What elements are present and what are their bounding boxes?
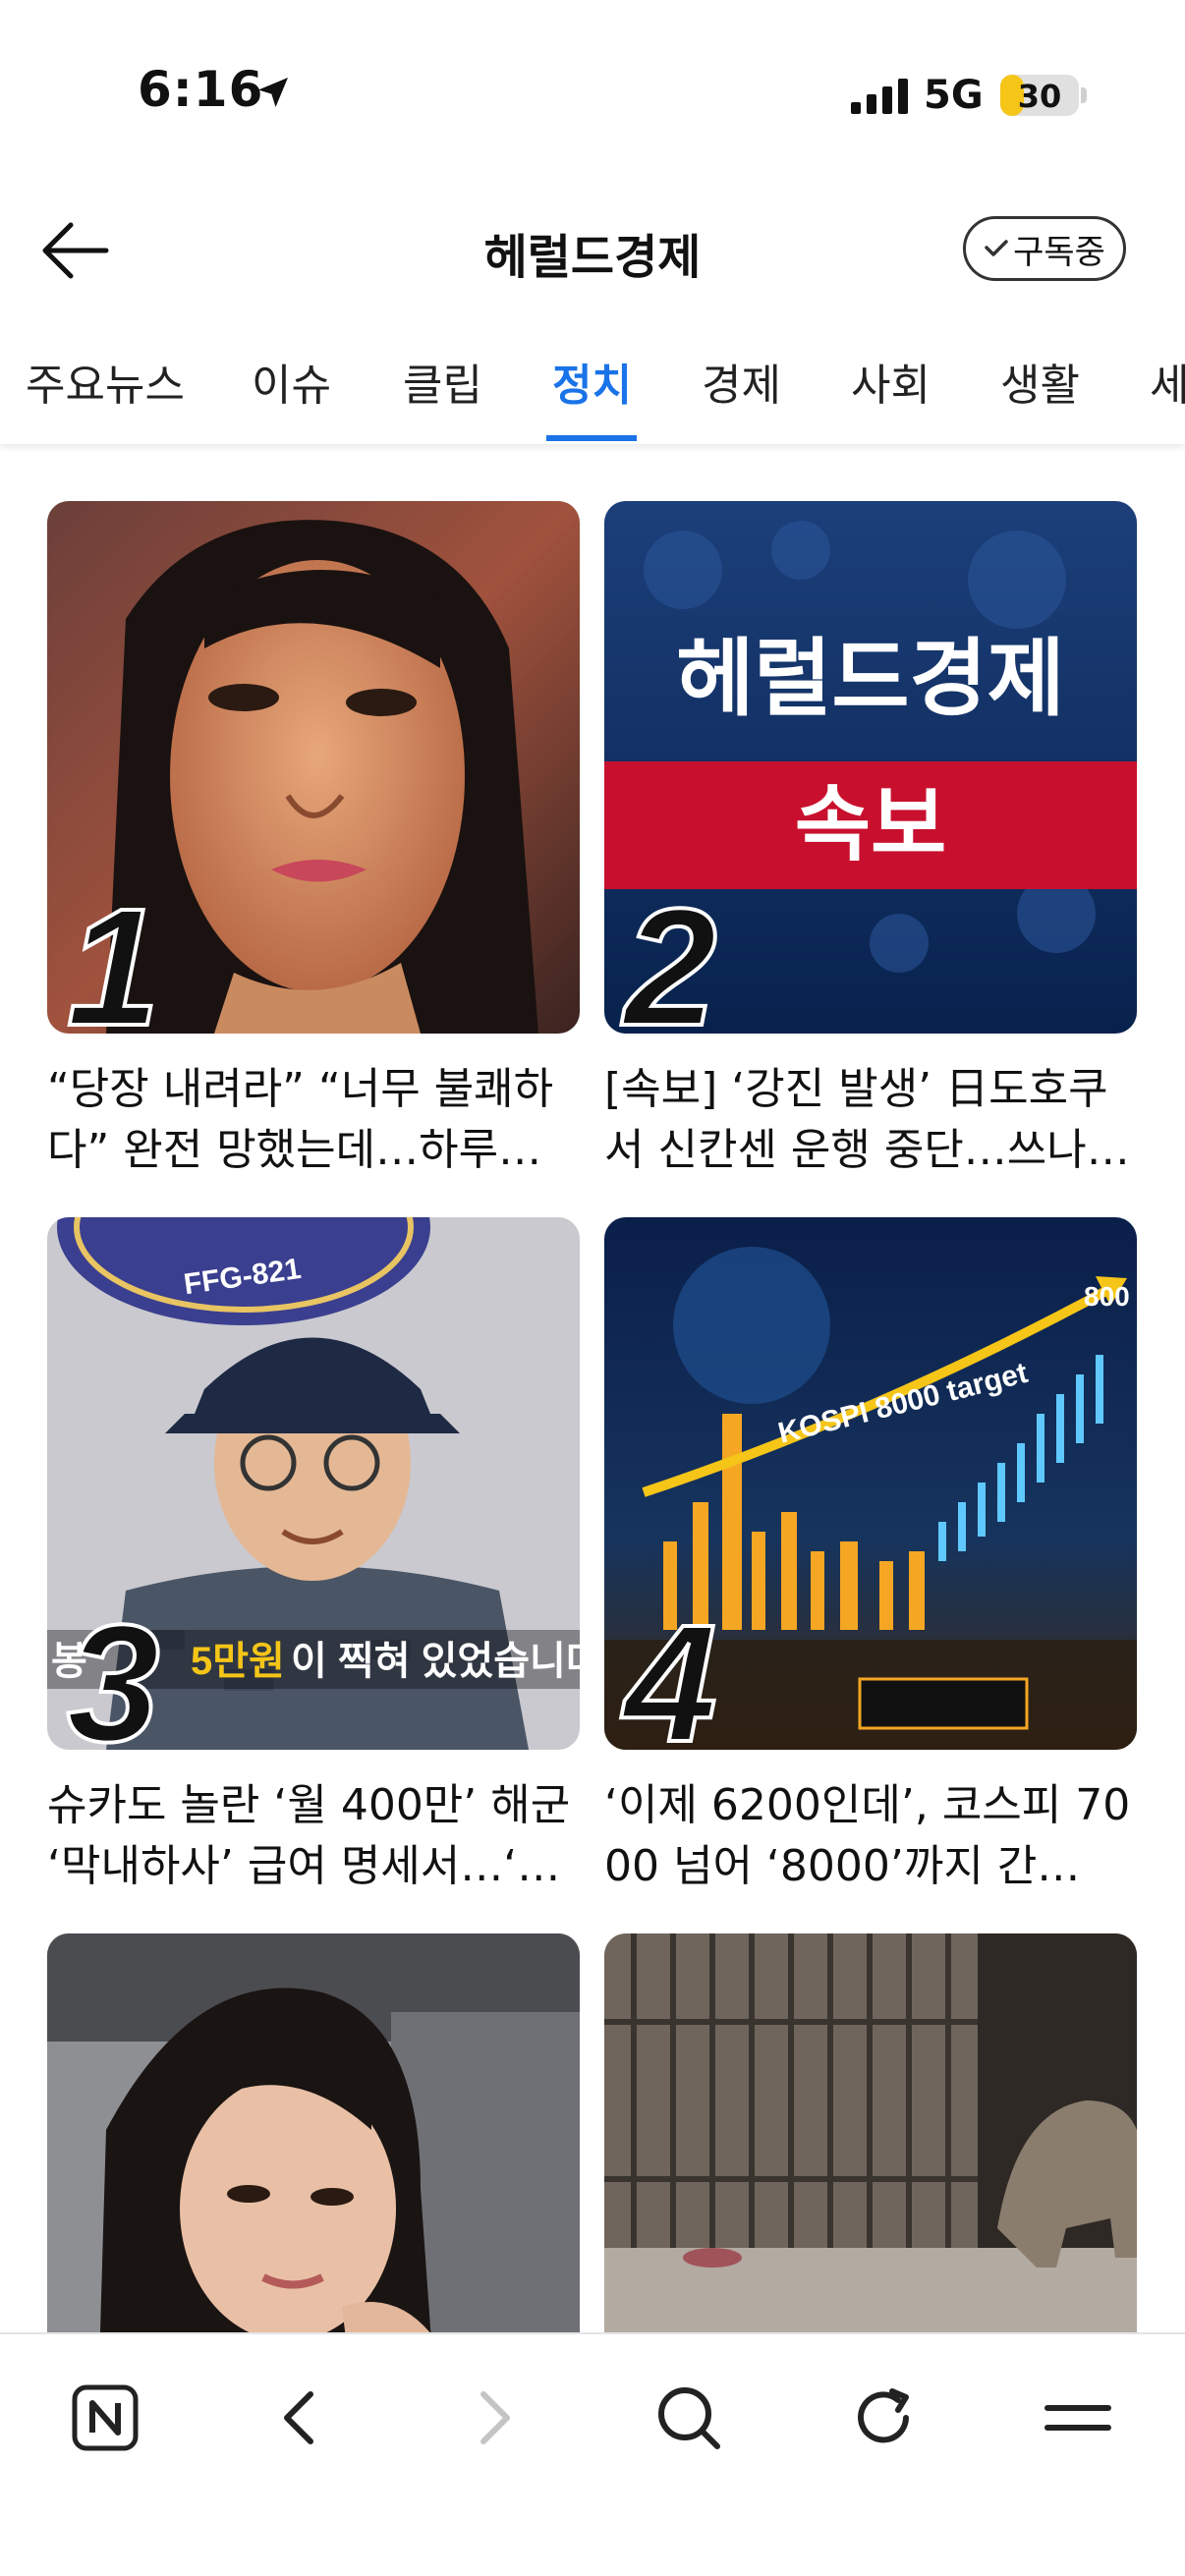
rank-number: 4 bbox=[622, 1591, 719, 1750]
article-thumbnail[interactable] bbox=[604, 1933, 1137, 2332]
article-thumbnail[interactable]: 헤럴드경제 속보 2 bbox=[604, 501, 1137, 1034]
header: 헤럴드경제 구독중 bbox=[0, 187, 1185, 314]
tab-clip[interactable]: 클립 bbox=[403, 350, 482, 413]
status-bar: 6:16 5G 30 bbox=[0, 0, 1185, 187]
forward-button[interactable] bbox=[450, 2374, 538, 2462]
check-icon bbox=[985, 240, 1008, 256]
article-title[interactable]: ‘이제 6200인데’, 코스피 7000 넘어 ‘8000’까지 간다…… bbox=[604, 1775, 1137, 1897]
article-thumbnail[interactable] bbox=[47, 1933, 580, 2332]
thumb-target-text: 800 bbox=[1084, 1281, 1130, 1312]
back-icon bbox=[284, 2391, 313, 2444]
article-title[interactable]: “당장 내려라” “너무 불쾌하다” 완전 망했는데…하루만… bbox=[47, 1059, 580, 1181]
active-tab-indicator bbox=[546, 435, 637, 441]
article-card[interactable]: KOSPI 8000 target 800 4 ‘이제 6200인데’, 코스피… bbox=[604, 1217, 1137, 1897]
selfie-image bbox=[47, 1933, 580, 2332]
search-button[interactable] bbox=[645, 2374, 733, 2462]
tab-life[interactable]: 생활 bbox=[1000, 350, 1080, 413]
signal-strength-icon bbox=[851, 79, 908, 114]
battery-level: 30 bbox=[1017, 78, 1062, 115]
rank-number: 2 bbox=[622, 874, 719, 1034]
menu-icon bbox=[1044, 2405, 1111, 2431]
wolf-cage-image bbox=[604, 1933, 1137, 2332]
article-thumbnail[interactable]: 1 bbox=[47, 501, 580, 1034]
tab-issue[interactable]: 이슈 bbox=[252, 350, 331, 413]
subscribe-button[interactable]: 구독중 bbox=[963, 216, 1126, 281]
search-icon bbox=[658, 2387, 720, 2449]
subscribe-label: 구독중 bbox=[1013, 232, 1105, 272]
refresh-icon bbox=[858, 2388, 909, 2443]
network-type: 5G bbox=[924, 73, 984, 118]
naver-home-icon bbox=[72, 2384, 139, 2451]
menu-button[interactable] bbox=[1034, 2374, 1122, 2462]
article-grid: 1 “당장 내려라” “너무 불쾌하다” 완전 망했는데…하루만… 헤럴드경제 bbox=[0, 444, 1185, 2332]
article-card[interactable]: 헤럴드경제 속보 2 [속보] ‘강진 발생’ 日도호쿠서 신칸센 운행 중단…… bbox=[604, 501, 1137, 1181]
article-card[interactable]: FFG-821 봉 5만원 이 찍혀 있었습니다 3 슈카도 놀란 ‘월 400… bbox=[47, 1217, 580, 1897]
location-arrow-icon bbox=[258, 78, 288, 107]
back-button[interactable] bbox=[255, 2374, 344, 2462]
thumb-caption-rest: 이 찍혀 있었습니다 bbox=[291, 1640, 580, 1683]
article-card[interactable] bbox=[47, 1933, 580, 2332]
battery-nub bbox=[1081, 87, 1087, 103]
forward-icon bbox=[480, 2391, 510, 2444]
naver-home-button[interactable] bbox=[61, 2374, 149, 2462]
bottom-toolbar bbox=[0, 2332, 1185, 2576]
tab-society[interactable]: 사회 bbox=[851, 350, 931, 413]
rank-number: 3 bbox=[65, 1591, 162, 1750]
tab-economy[interactable]: 경제 bbox=[702, 350, 781, 413]
category-tabs: 주요뉴스 이슈 클립 정치 경제 사회 생활 세 bbox=[0, 334, 1185, 444]
battery-icon: 30 bbox=[1000, 75, 1079, 116]
rank-number: 1 bbox=[65, 874, 162, 1034]
thumb-breaking-text: 속보 bbox=[795, 778, 947, 870]
status-time: 6:16 bbox=[138, 61, 264, 118]
tab-world[interactable]: 세 bbox=[1150, 350, 1185, 413]
article-thumbnail[interactable]: FFG-821 봉 5만원 이 찍혀 있었습니다 3 bbox=[47, 1217, 580, 1750]
article-title[interactable]: [속보] ‘강진 발생’ 日도호쿠서 신칸센 운행 중단…쓰나미 7… bbox=[604, 1059, 1137, 1181]
article-card[interactable]: 1 “당장 내려라” “너무 불쾌하다” 완전 망했는데…하루만… bbox=[47, 501, 580, 1181]
article-card[interactable] bbox=[604, 1933, 1137, 2332]
thumb-brand-text: 헤럴드경제 bbox=[676, 632, 1065, 726]
tab-main-news[interactable]: 주요뉴스 bbox=[26, 350, 185, 413]
article-title[interactable]: 슈카도 놀란 ‘월 400만’ 해군 ‘막내하사’ 급여 명세서…‘이 … bbox=[47, 1775, 580, 1897]
tab-politics[interactable]: 정치 bbox=[552, 350, 632, 413]
refresh-button[interactable] bbox=[839, 2374, 928, 2462]
article-thumbnail[interactable]: KOSPI 8000 target 800 4 bbox=[604, 1217, 1137, 1750]
thumb-caption-highlight: 5만원 bbox=[191, 1640, 285, 1683]
